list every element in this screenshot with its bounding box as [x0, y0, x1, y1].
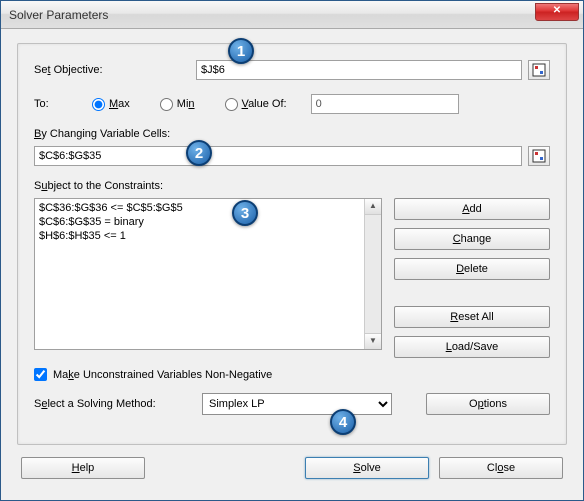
nonneg-checkbox[interactable]: Make Unconstrained Variables Non-Negativ… — [34, 368, 550, 381]
constraint-item[interactable]: $H$6:$H$35 <= 1 — [39, 229, 377, 243]
range-picker-icon[interactable] — [528, 146, 550, 166]
window-title: Solver Parameters — [9, 8, 108, 22]
changing-cells-label: By Changing Variable Cells: — [34, 128, 550, 140]
close-button[interactable]: Close — [439, 457, 563, 479]
solving-method-label: Select a Solving Method: — [34, 398, 192, 410]
objective-input[interactable] — [196, 60, 522, 80]
client-area: 1 2 3 4 Set Objective: To: Max Min Value… — [1, 29, 583, 500]
constraint-item[interactable]: $C$36:$G$36 <= $C$5:$G$5 — [39, 201, 377, 215]
nonneg-label: Make Unconstrained Variables Non-Negativ… — [53, 369, 272, 381]
reset-all-button[interactable]: Reset All — [394, 306, 550, 328]
solve-button[interactable]: Solve — [305, 457, 429, 479]
scroll-down-icon[interactable]: ▼ — [365, 333, 381, 349]
solving-method-select[interactable]: Simplex LP — [202, 393, 392, 415]
valueof-input[interactable] — [311, 94, 459, 114]
constraints-label: Subject to the Constraints: — [34, 180, 550, 192]
close-icon[interactable]: ✕ — [535, 3, 579, 21]
delete-button[interactable]: Delete — [394, 258, 550, 280]
load-save-button[interactable]: Load/Save — [394, 336, 550, 358]
constraint-item[interactable]: $C$6:$G$35 = binary — [39, 215, 377, 229]
add-button[interactable]: Add — [394, 198, 550, 220]
to-label: To: — [34, 98, 92, 110]
help-button[interactable]: Help — [21, 457, 145, 479]
constraints-list[interactable]: $C$36:$G$36 <= $C$5:$G$5 $C$6:$G$35 = bi… — [34, 198, 382, 350]
inset-panel: 1 2 3 4 Set Objective: To: Max Min Value… — [17, 43, 567, 445]
change-button[interactable]: Change — [394, 228, 550, 250]
titlebar[interactable]: Solver Parameters ✕ — [1, 1, 583, 29]
solver-parameters-dialog: Solver Parameters ✕ 1 2 3 4 Set Objectiv… — [0, 0, 584, 501]
to-radio-group: Max Min Value Of: — [92, 98, 287, 111]
scrollbar[interactable]: ▲ ▼ — [364, 199, 381, 349]
scroll-up-icon[interactable]: ▲ — [365, 199, 381, 215]
radio-min[interactable]: Min — [160, 98, 195, 111]
options-button[interactable]: Options — [426, 393, 550, 415]
radio-max[interactable]: Max — [92, 98, 130, 111]
set-objective-label: Set Objective: — [34, 64, 196, 76]
range-picker-icon[interactable] — [528, 60, 550, 80]
radio-valueof[interactable]: Value Of: — [225, 98, 287, 111]
changing-cells-input[interactable] — [34, 146, 522, 166]
